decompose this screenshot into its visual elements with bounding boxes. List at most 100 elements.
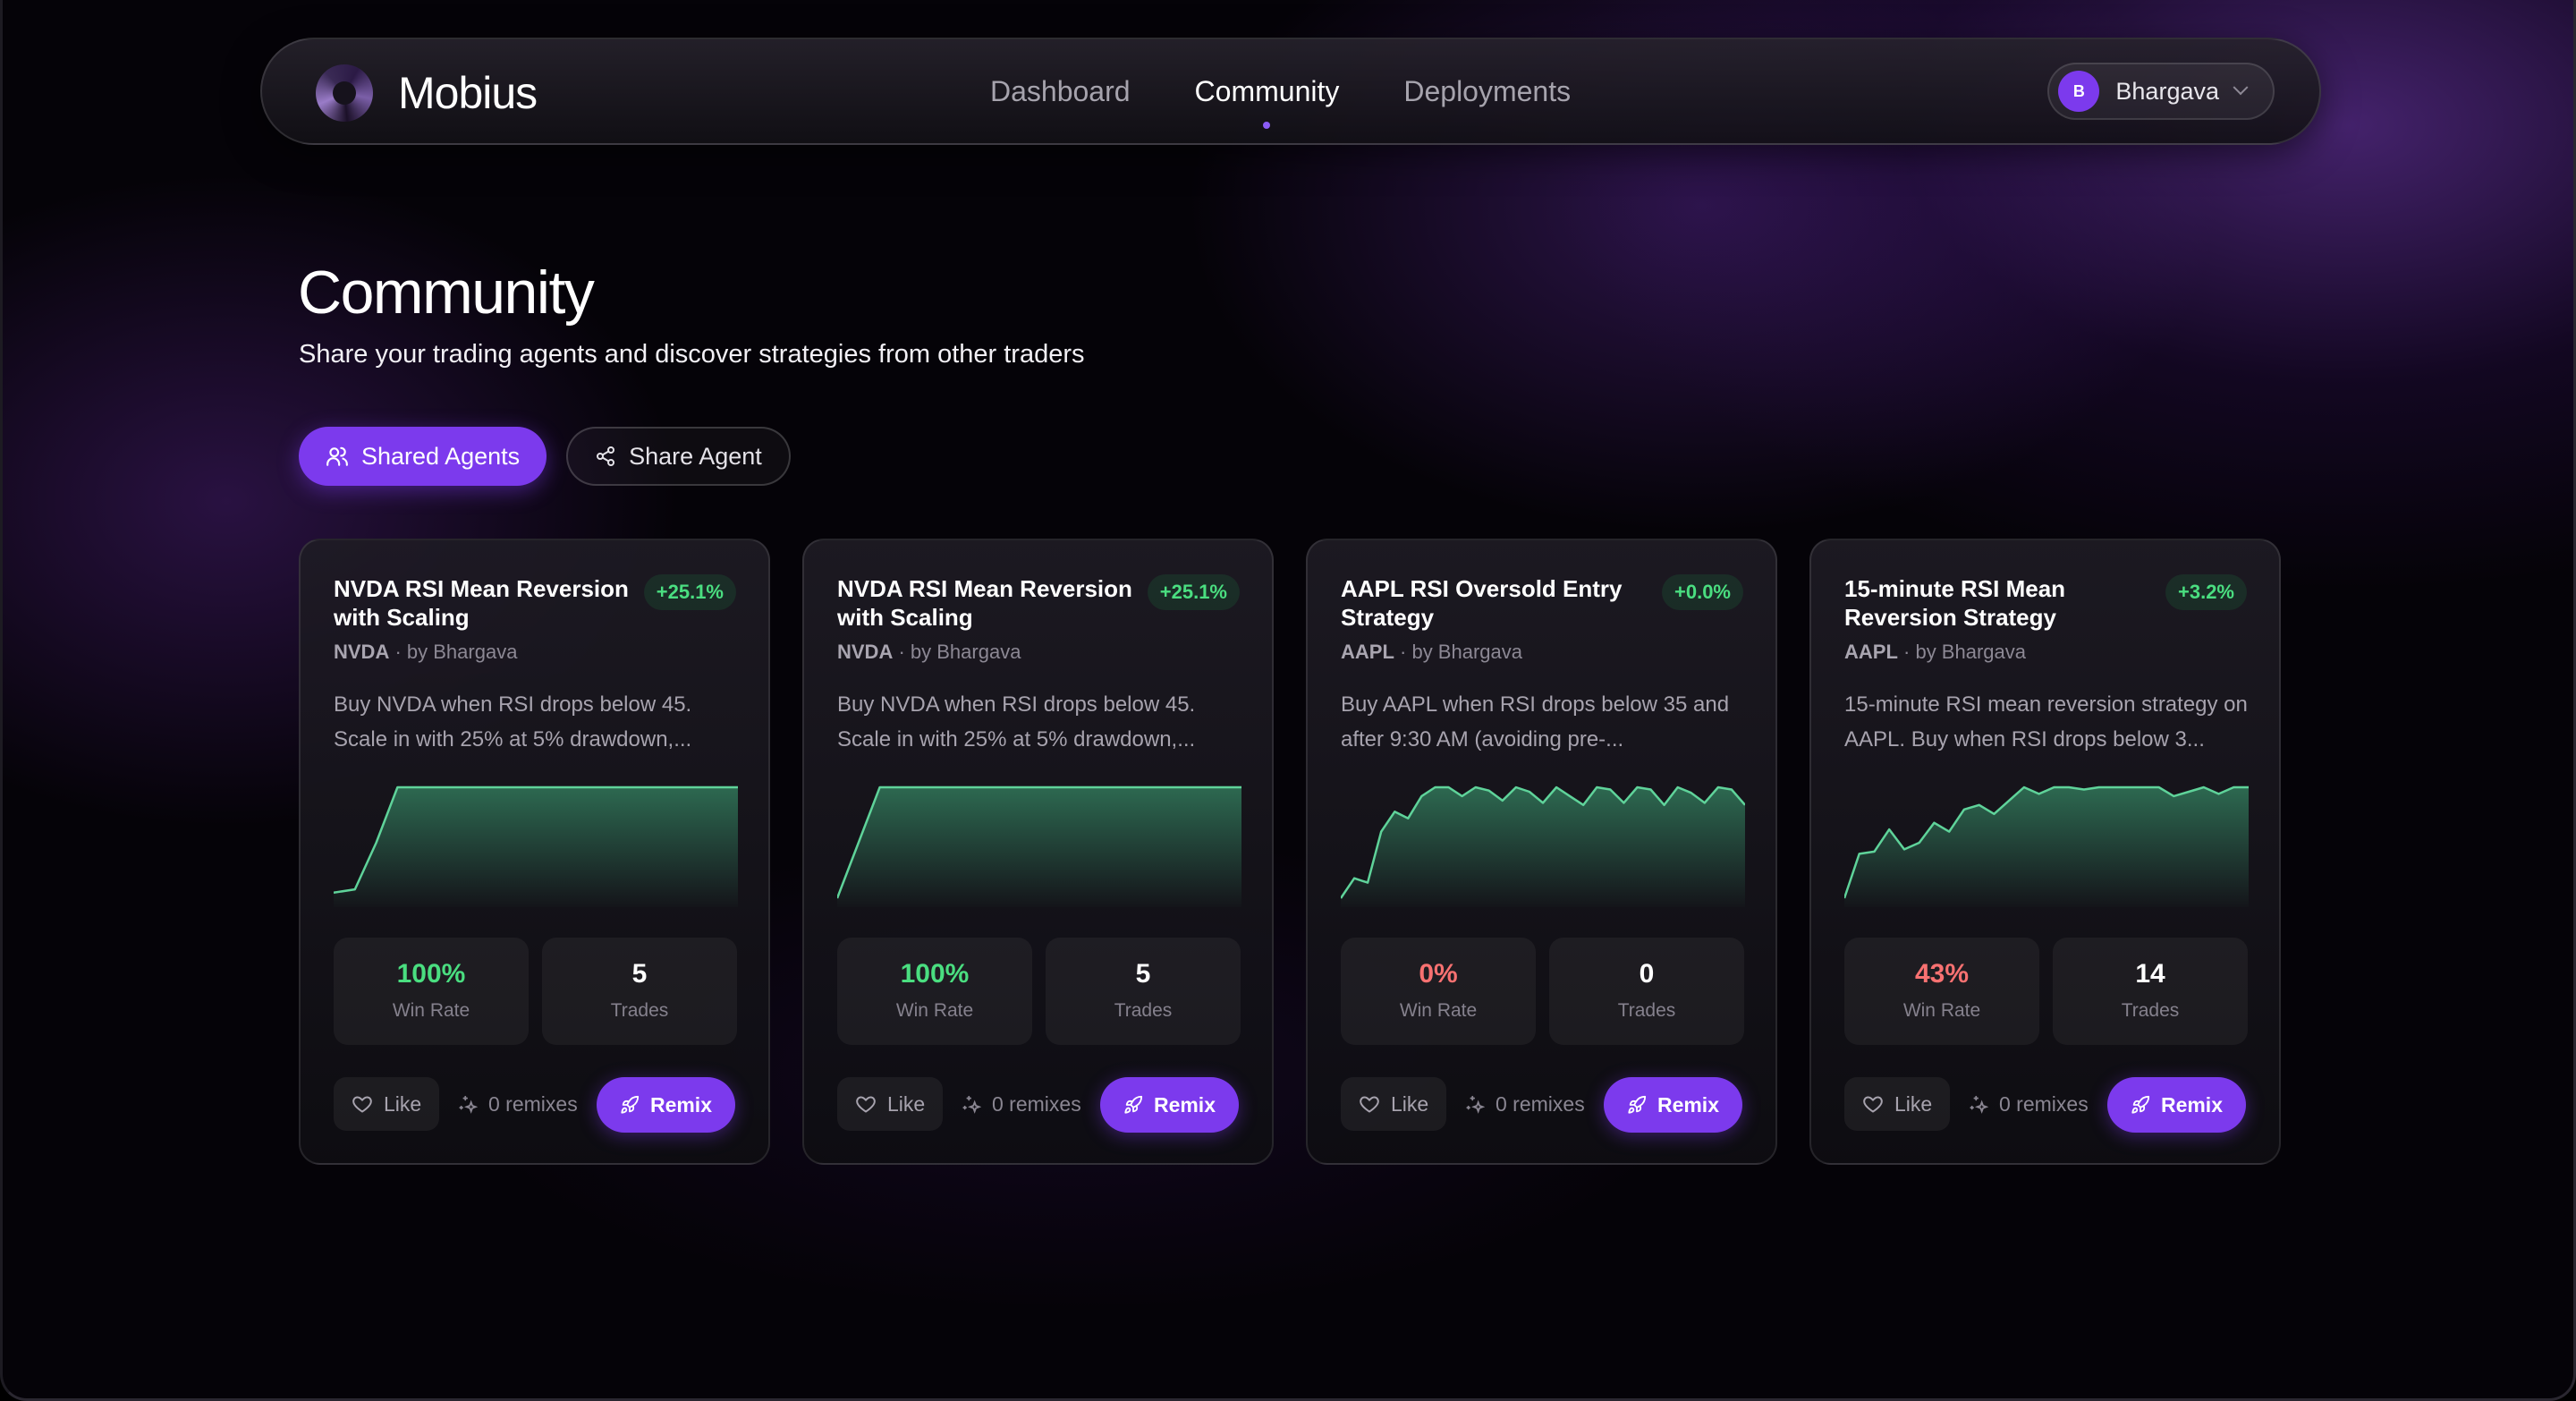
win-rate-label: Win Rate — [392, 1000, 470, 1021]
trades-stat: 5 Trades — [1046, 938, 1241, 1045]
users-icon — [326, 446, 348, 466]
remix-button-label: Remix — [649, 1092, 712, 1117]
card-meta: AAPL · by Bhargava — [1341, 641, 1522, 663]
card-title: NVDA RSI Mean Reversion with Scaling — [837, 575, 1132, 631]
like-button[interactable]: Like — [1844, 1077, 1951, 1131]
win-rate-label: Win Rate — [1902, 1000, 1981, 1021]
remix-count-label: 0 remixes — [992, 1091, 1081, 1116]
heart-icon — [856, 1096, 876, 1113]
like-button[interactable]: Like — [1341, 1077, 1447, 1131]
like-label: Like — [1391, 1091, 1429, 1116]
remix-button[interactable]: Remix — [1603, 1077, 1742, 1133]
remix-button-label: Remix — [1153, 1092, 1216, 1117]
author: by Bhargava — [1915, 641, 2026, 663]
heart-icon — [1360, 1096, 1379, 1113]
equity-chart — [1341, 785, 1745, 907]
trades-value: 14 — [2135, 959, 2165, 989]
community-tabs: Shared Agents Share Agent — [299, 427, 810, 486]
logo[interactable]: Mobius — [316, 63, 538, 123]
return-badge: +25.1% — [643, 574, 736, 610]
remix-button[interactable]: Remix — [596, 1077, 735, 1133]
card-title: AAPL RSI Oversold Entry Strategy — [1341, 575, 1623, 631]
agent-card[interactable]: AAPL RSI Oversold Entry Strategy +0.0% A… — [1306, 539, 1777, 1165]
trades-value: 0 — [1639, 959, 1655, 989]
equity-area — [1844, 787, 2249, 907]
app-name: Mobius — [398, 68, 538, 118]
win-rate-label: Win Rate — [895, 1000, 974, 1021]
trades-stat: 14 Trades — [2053, 938, 2248, 1045]
sparkles-icon — [962, 1095, 981, 1114]
like-button[interactable]: Like — [837, 1077, 944, 1131]
win-rate-stat: 100% Win Rate — [334, 938, 529, 1045]
trades-label: Trades — [1114, 1000, 1173, 1021]
sparkles-icon — [1466, 1095, 1485, 1114]
agent-card[interactable]: 15-minute RSI Mean Reversion Strategy +3… — [1809, 539, 2281, 1165]
card-description: Buy NVDA when RSI drops below 45. Scale … — [837, 692, 1196, 751]
avatar: B — [2058, 71, 2100, 112]
tab-share-agent-label: Share Agent — [629, 442, 762, 470]
agent-card[interactable]: NVDA RSI Mean Reversion with Scaling +25… — [802, 539, 1274, 1165]
sparkles-icon — [459, 1095, 478, 1114]
card-meta: AAPL · by Bhargava — [1844, 641, 2026, 663]
nav-link-deployments[interactable]: Deployments — [1403, 75, 1571, 108]
share-icon — [597, 446, 615, 466]
nav-link-community[interactable]: Community — [1195, 75, 1339, 129]
page-title: Community — [298, 259, 595, 327]
rocket-icon — [1628, 1095, 1647, 1114]
win-rate-stat: 0% Win Rate — [1341, 938, 1536, 1045]
card-title: 15-minute RSI Mean Reversion Strategy — [1844, 575, 2066, 631]
rocket-icon — [2131, 1095, 2150, 1114]
heart-icon — [352, 1096, 372, 1113]
nav-link-dashboard[interactable]: Dashboard — [990, 75, 1131, 108]
ticker: NVDA — [837, 641, 894, 663]
remix-count-label: 0 remixes — [488, 1091, 578, 1116]
win-rate-value: 100% — [900, 959, 970, 989]
remix-count: 0 remixes — [458, 1077, 578, 1131]
chevron-down-icon — [2233, 80, 2249, 96]
user-menu[interactable]: B Bhargava — [2047, 63, 2275, 120]
card-description: Buy AAPL when RSI drops below 35 and aft… — [1341, 692, 1730, 751]
card-title: NVDA RSI Mean Reversion with Scaling — [334, 575, 629, 631]
like-label: Like — [384, 1091, 422, 1116]
return-badge: +25.1% — [1147, 574, 1240, 610]
ticker: AAPL — [1341, 641, 1394, 663]
remix-button[interactable]: Remix — [2106, 1077, 2246, 1133]
tab-shared-agents[interactable]: Shared Agents — [299, 427, 547, 486]
equity-chart — [1844, 785, 2249, 907]
agent-card-grid: NVDA RSI Mean Reversion with Scaling +25… — [299, 539, 2313, 1165]
ticker: NVDA — [334, 641, 390, 663]
page-subtitle: Share your trading agents and discover s… — [299, 340, 1085, 369]
win-rate-value: 43% — [1914, 959, 1970, 989]
ticker: AAPL — [1844, 641, 1898, 663]
trades-label: Trades — [1617, 1000, 1676, 1021]
equity-area — [1341, 787, 1745, 907]
trades-label: Trades — [2121, 1000, 2180, 1021]
tab-share-agent[interactable]: Share Agent — [566, 427, 791, 486]
author: by Bhargava — [910, 641, 1021, 663]
remix-count-label: 0 remixes — [1496, 1091, 1585, 1116]
author: by Bhargava — [406, 641, 518, 663]
nav-links: Dashboard Community Deployments — [990, 39, 1635, 143]
remix-count: 0 remixes — [962, 1077, 1081, 1131]
like-label: Like — [1894, 1091, 1933, 1116]
card-meta: NVDA · by Bhargava — [837, 641, 1021, 663]
return-badge: +0.0% — [1662, 574, 1743, 610]
like-button[interactable]: Like — [334, 1077, 440, 1131]
equity-area — [837, 787, 1241, 907]
remix-button[interactable]: Remix — [1099, 1077, 1239, 1133]
app-window: Mobius Dashboard Community Deployments B… — [0, 0, 2576, 1401]
rocket-icon — [621, 1095, 640, 1114]
win-rate-value: 0% — [1419, 959, 1458, 989]
win-rate-label: Win Rate — [1399, 1000, 1478, 1021]
card-description: 15-minute RSI mean reversion strategy on… — [1844, 692, 2248, 751]
trades-value: 5 — [1135, 959, 1151, 989]
remix-count: 0 remixes — [1465, 1077, 1585, 1131]
author: by Bhargava — [1411, 641, 1522, 663]
rocket-icon — [1124, 1095, 1143, 1114]
trades-label: Trades — [610, 1000, 669, 1021]
remix-count: 0 remixes — [1969, 1077, 2089, 1131]
agent-card[interactable]: NVDA RSI Mean Reversion with Scaling +25… — [299, 539, 770, 1165]
win-rate-stat: 43% Win Rate — [1844, 938, 2039, 1045]
equity-chart — [837, 785, 1241, 907]
user-name: Bhargava — [2115, 77, 2219, 105]
